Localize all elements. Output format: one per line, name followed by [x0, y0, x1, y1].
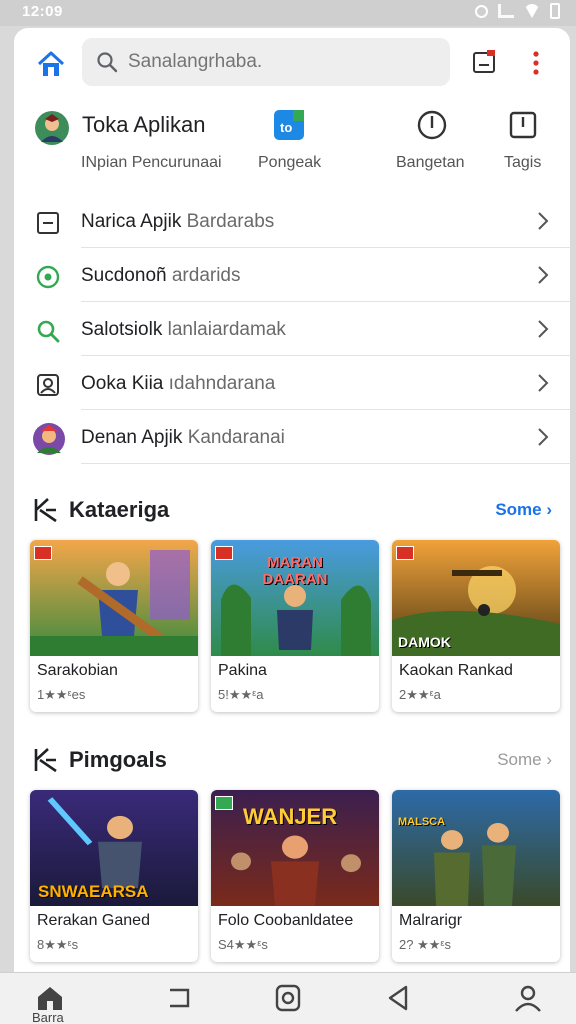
- list-item[interactable]: Sucdonoñ ardarids: [14, 248, 570, 302]
- image-icon: [37, 374, 59, 396]
- list-item-label: Denan Apjik Kandaranai: [81, 427, 285, 448]
- app-rating: 5!★★ᵋa: [218, 687, 264, 702]
- app-name: Sarakobian: [37, 662, 118, 679]
- shortcut-tagis[interactable]: Tagis: [498, 98, 558, 188]
- main-card: Toka Aplikan INpian Pencurunaai to Ponge…: [14, 28, 570, 972]
- section-title: Pimgoals: [69, 747, 167, 772]
- recent-apps-icon[interactable]: [164, 983, 196, 1013]
- shortcut-label-1: Pongeak: [258, 154, 322, 171]
- app-avatar-icon: [35, 111, 69, 145]
- svg-text:to: to: [280, 120, 292, 135]
- square-icon: [37, 212, 59, 234]
- app-name: Folo Coobanldatee: [218, 912, 354, 929]
- status-time: 12:09: [22, 3, 63, 20]
- nav-home-label: Barra: [32, 1010, 64, 1024]
- app-name: Kaokan Rankad: [399, 662, 513, 679]
- status-icons: [475, 3, 560, 19]
- chevron-right-icon: [538, 374, 549, 392]
- status-bar: 12:09: [0, 0, 576, 26]
- signal-icon: [498, 4, 514, 18]
- ad-badge: [215, 546, 233, 560]
- more-options-icon[interactable]: [530, 50, 542, 76]
- app-title: Toka Aplikan: [82, 112, 206, 137]
- section-header: Kataeriga Some ›: [14, 492, 570, 528]
- list-item[interactable]: Denan Apjik Kandaranai: [14, 410, 570, 464]
- search-icon: [97, 52, 118, 73]
- app-name: Malrarigr: [399, 912, 463, 929]
- home-icon[interactable]: [34, 983, 66, 1013]
- timer-icon: [509, 111, 537, 139]
- app-rating: S4★★ᵋs: [218, 937, 268, 952]
- alarm-icon: [475, 4, 488, 18]
- art-title: SNWAEARSA: [38, 882, 149, 901]
- wifi-icon: [524, 4, 540, 18]
- chevron-right-icon: [538, 428, 549, 446]
- app-tile[interactable]: SNWAEARSA Rerakan Ganed 8★★ᵋs: [30, 790, 198, 962]
- ad-badge: [215, 796, 233, 810]
- shortcut-label-3: Tagis: [504, 154, 542, 171]
- app-rating: 1★★ᵋes: [37, 687, 86, 702]
- app-tiles-row: Sarakobian 1★★ᵋes MARAN DAARAN Pakina 5!…: [30, 540, 560, 716]
- see-more-link[interactable]: Some ›: [497, 750, 552, 770]
- chevron-right-icon: [538, 320, 549, 338]
- art-title: WANJER: [243, 804, 338, 829]
- chevron-right-icon: [538, 212, 549, 230]
- app-artwork: [30, 540, 198, 656]
- profile-icon[interactable]: [512, 983, 544, 1013]
- app-rating: 2★★ᵋa: [399, 687, 441, 702]
- shortcut-label-2: Bangetan: [396, 154, 465, 171]
- play-store-icon: to: [274, 110, 304, 140]
- app-tiles-row: SNWAEARSA Rerakan Ganed 8★★ᵋs WANJER Fol…: [30, 790, 560, 966]
- chevron-right-icon: [538, 266, 549, 284]
- list-item[interactable]: Ooka Kiia ıdahndarana: [14, 356, 570, 410]
- art-title: MALSCA: [398, 816, 446, 828]
- search-bar[interactable]: [82, 38, 450, 86]
- list-item-label: Salotsiolk lanlaiardamak: [81, 319, 286, 340]
- app-artwork: [392, 790, 560, 906]
- shortcut-main-app[interactable]: Toka Aplikan INpian Pencurunaai: [14, 98, 264, 188]
- app-rating: 2? ★★ᵋs: [399, 937, 452, 952]
- section-title: Kataeriga: [69, 497, 170, 522]
- ad-badge: [396, 546, 414, 560]
- ad-badge: [34, 546, 52, 560]
- battery-icon: [550, 3, 560, 19]
- game-avatar-icon: [33, 423, 65, 455]
- shortcut-bangetan[interactable]: Bangetan: [390, 98, 474, 188]
- back-icon[interactable]: [382, 983, 414, 1013]
- divider: [81, 463, 570, 464]
- app-tile[interactable]: MARAN DAARAN Pakina 5!★★ᵋa: [211, 540, 379, 712]
- app-name: Rerakan Ganed: [37, 912, 150, 929]
- list-item-label: Narica Apjik Bardarabs: [81, 211, 275, 232]
- category-icon: [34, 498, 57, 523]
- shortcuts-row: Toka Aplikan INpian Pencurunaai to Ponge…: [14, 98, 570, 188]
- section-header: Pimgoals Some ›: [14, 742, 570, 778]
- app-tile[interactable]: Sarakobian 1★★ᵋes: [30, 540, 198, 712]
- app-name: Pakina: [218, 662, 267, 679]
- top-bar: [14, 38, 570, 90]
- art-title: DAMOK: [398, 634, 451, 650]
- search-icon: [37, 320, 60, 343]
- list-item[interactable]: Narica Apjik Bardarabs: [14, 194, 570, 248]
- shortcut-pongeak[interactable]: to Pongeak: [252, 98, 332, 188]
- app-tile[interactable]: WANJER Folo Coobanldatee S4★★ᵋs: [211, 790, 379, 962]
- bottom-navigation: Barra: [0, 972, 576, 1024]
- list-item-label: Ooka Kiia ıdahndarana: [81, 373, 276, 394]
- app-rating: 8★★ᵋs: [37, 937, 79, 952]
- search-input[interactable]: [128, 51, 428, 73]
- home-button-icon[interactable]: [272, 983, 304, 1013]
- app-tile[interactable]: DAMOK Kaokan Rankad 2★★ᵋa: [392, 540, 560, 712]
- notifications-icon[interactable]: [472, 50, 496, 74]
- art-title: MARAN DAARAN: [262, 554, 328, 588]
- app-tile[interactable]: MALSCA Malrarigr 2? ★★ᵋs: [392, 790, 560, 962]
- see-more-link[interactable]: Some ›: [495, 500, 552, 520]
- compass-icon: [417, 110, 447, 140]
- list-item-label: Sucdonoñ ardarids: [81, 265, 241, 286]
- whatsapp-icon: [36, 265, 60, 289]
- list-item[interactable]: Salotsiolk lanlaiardamak: [14, 302, 570, 356]
- shortcut-label-0: INpian Pencurunaai: [81, 154, 222, 171]
- home-icon[interactable]: [36, 50, 66, 80]
- app-list: Narica Apjik Bardarabs Sucdonoñ ardarids…: [14, 194, 570, 464]
- category-icon: [34, 748, 57, 773]
